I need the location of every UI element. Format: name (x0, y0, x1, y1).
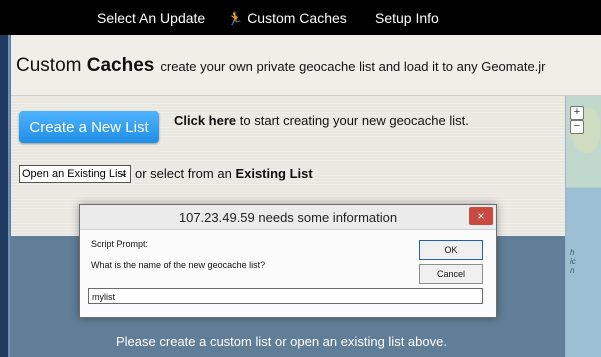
top-navigation: Select An Update 🏃 Custom Caches Setup In… (0, 0, 601, 35)
existing-list-select[interactable]: Open an Existing List ⌄ (19, 165, 131, 183)
click-here-description: to start creating your new geocache list… (236, 113, 469, 128)
page-title-bold: Caches (86, 55, 155, 76)
nav-custom-caches-label: Custom Caches (247, 10, 347, 26)
map-label-fragment: h ic n (570, 248, 576, 275)
cancel-button[interactable]: Cancel (419, 264, 483, 284)
map-zoom-in-button[interactable]: + (570, 106, 584, 120)
map-preview[interactable]: + − h ic n (565, 96, 601, 357)
script-prompt-label: Script Prompt: (91, 239, 149, 249)
title-row: Custom Caches create your own private geo… (11, 35, 601, 96)
create-new-list-button[interactable]: Create a New List (19, 111, 159, 143)
list-name-input[interactable]: mylist (88, 288, 483, 304)
click-here-link[interactable]: Click here (174, 113, 236, 128)
page-title: Custom Caches create your own private geo… (16, 55, 546, 77)
click-here-text: Click here to start creating your new ge… (174, 113, 469, 128)
script-prompt-dialog: 107.23.49.59 needs some information × Sc… (79, 204, 497, 318)
empty-list-message: Please create a custom list or open an e… (116, 334, 447, 349)
or-select-text: or select from an (135, 166, 236, 181)
dialog-title: 107.23.49.59 needs some information (178, 210, 398, 225)
existing-list-instruction: or select from an Existing List (135, 166, 313, 181)
close-icon: × (477, 209, 485, 223)
dialog-titlebar: 107.23.49.59 needs some information × (80, 205, 496, 230)
runner-icon: 🏃 (227, 11, 244, 26)
nav-custom-caches[interactable]: 🏃 Custom Caches (227, 10, 347, 27)
script-prompt-question: What is the name of the new geocache lis… (91, 260, 266, 270)
page-subtitle: create your own private geocache list an… (160, 59, 546, 74)
ok-button[interactable]: OK (419, 240, 483, 260)
left-accent-bar (0, 35, 10, 357)
nav-select-an-update[interactable]: Select An Update (97, 10, 205, 26)
map-zoom-out-button[interactable]: − (570, 120, 584, 134)
chevron-down-icon: ⌄ (119, 168, 128, 179)
existing-list-select-value: Open an Existing List (22, 168, 126, 180)
nav-setup-info[interactable]: Setup Info (375, 10, 439, 26)
page-title-light: Custom (16, 55, 87, 76)
existing-list-label: Existing List (235, 166, 313, 181)
close-button[interactable]: × (469, 207, 493, 225)
